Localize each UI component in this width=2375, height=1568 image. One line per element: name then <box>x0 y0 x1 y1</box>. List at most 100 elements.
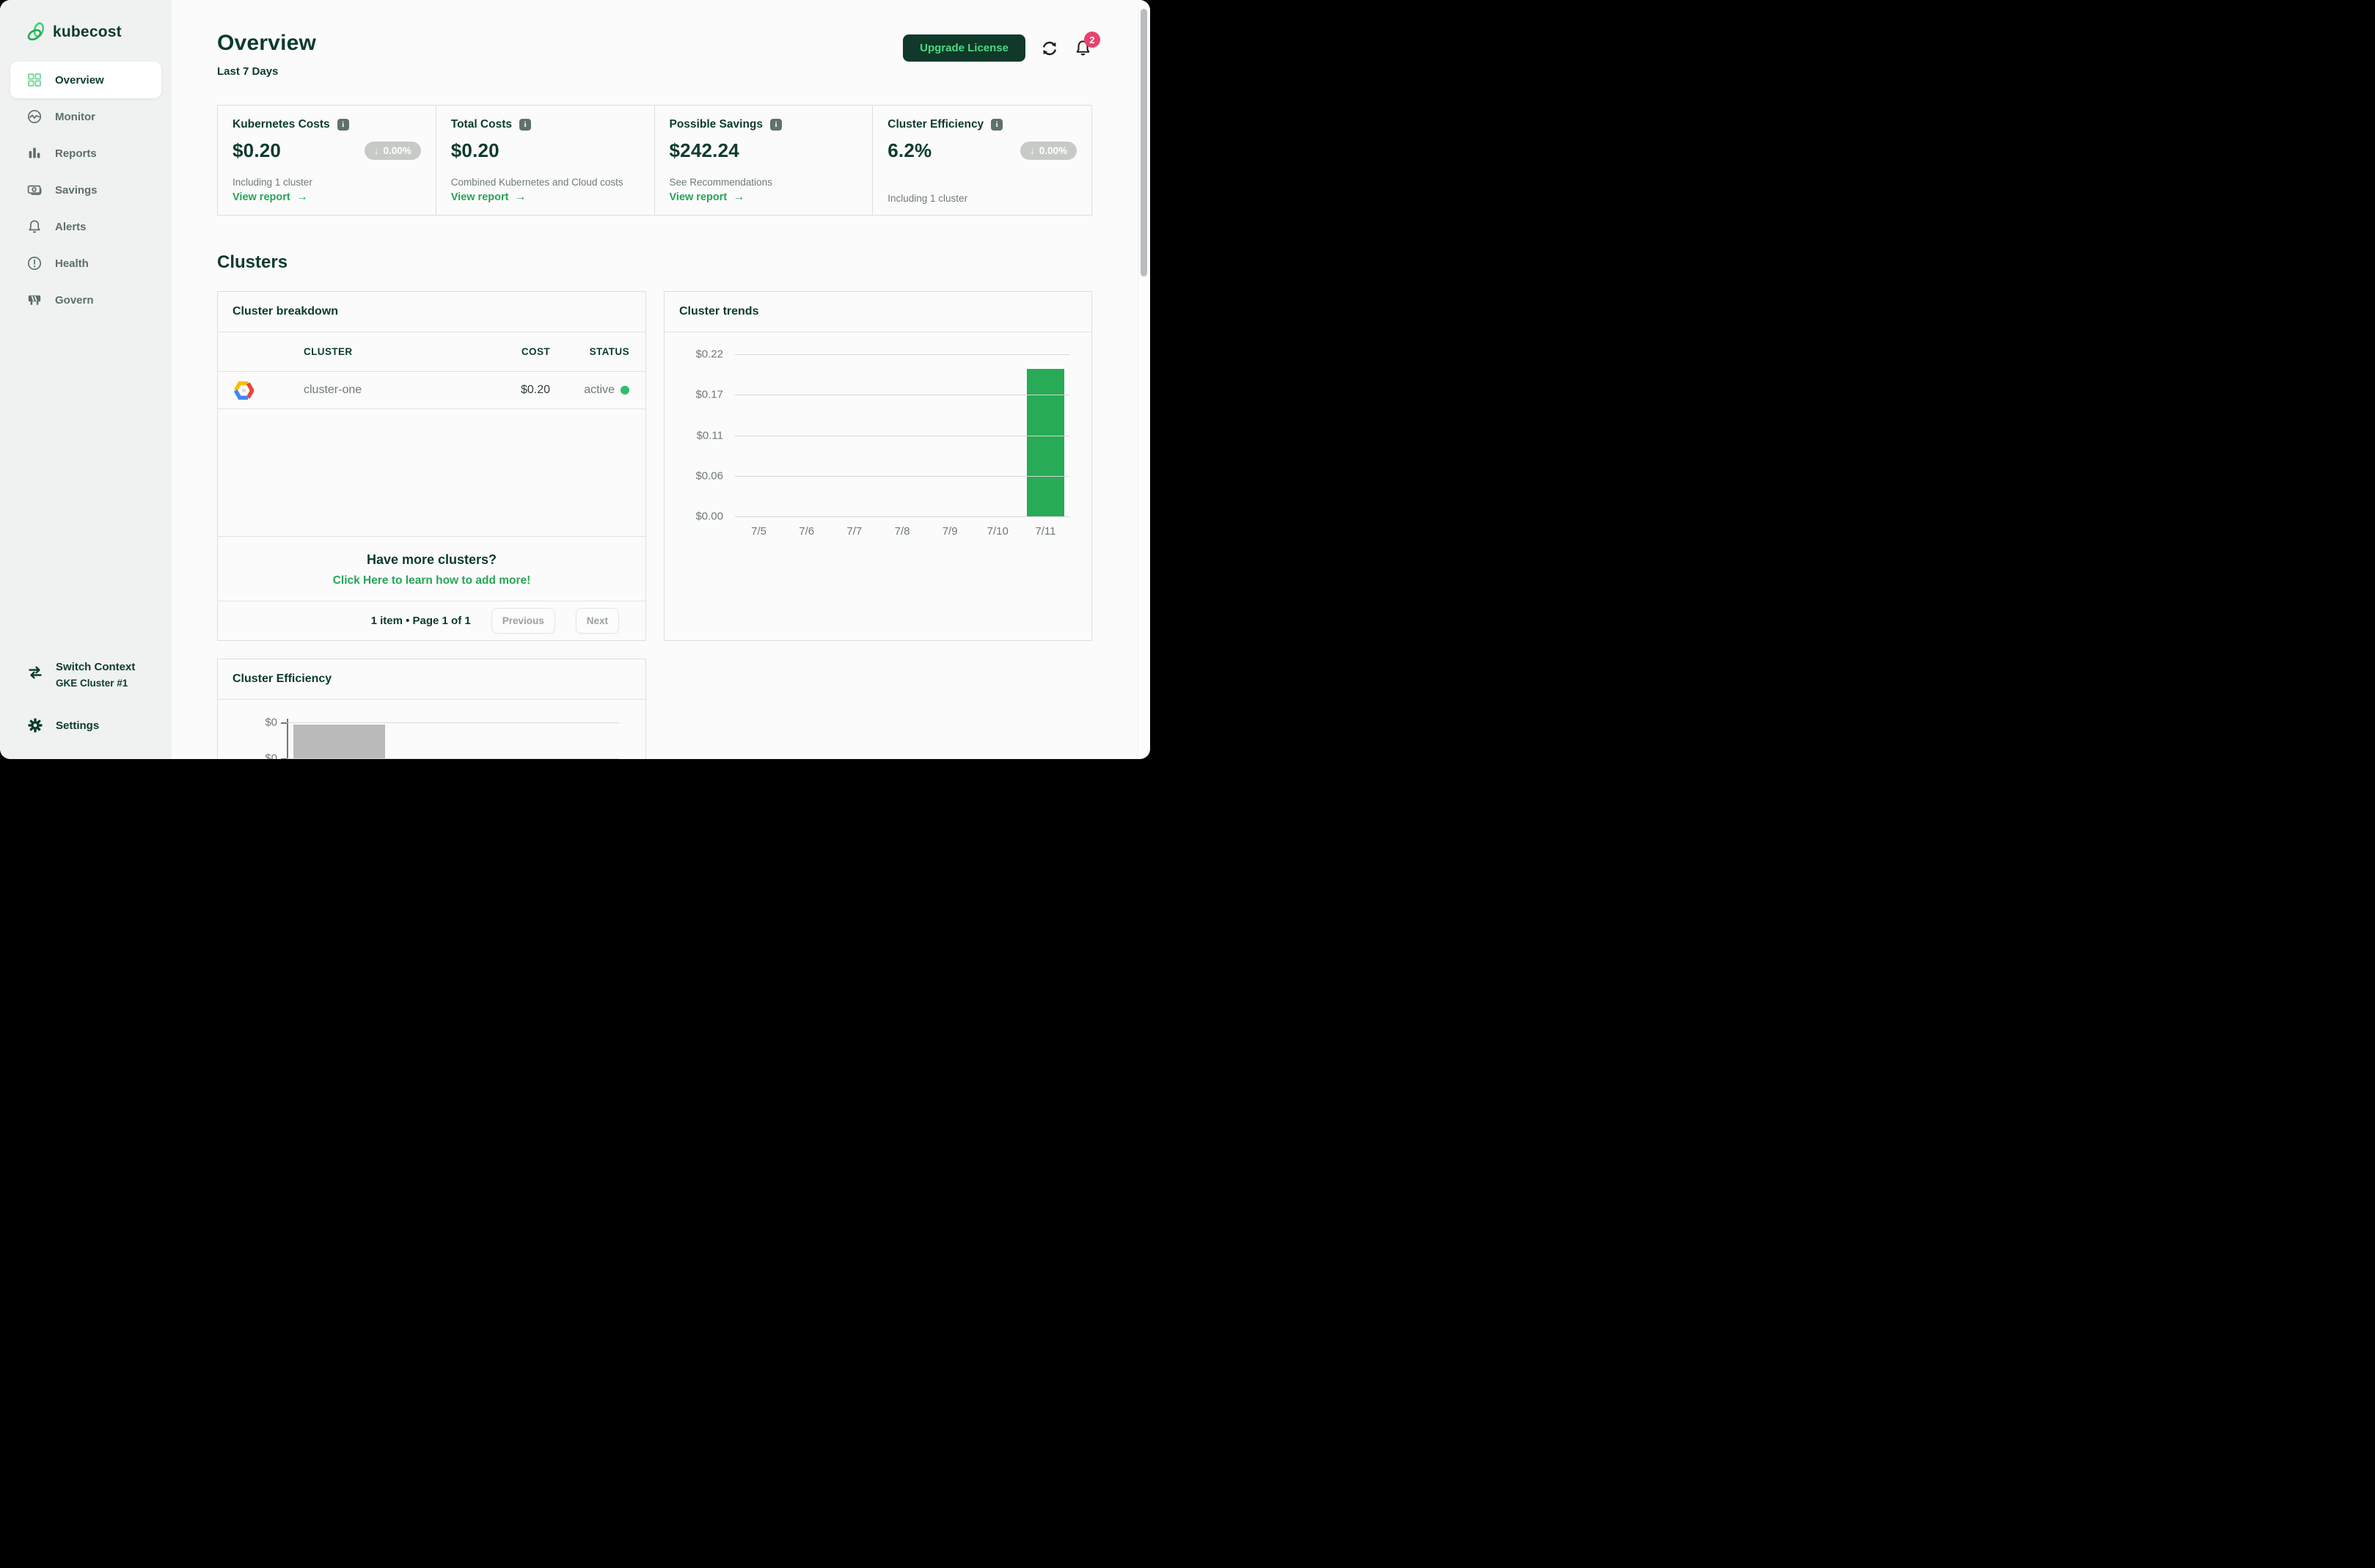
settings-button[interactable]: Settings <box>26 717 158 734</box>
sidebar-item-label: Govern <box>55 293 94 307</box>
more-clusters-prompt: Have more clusters? Click Here to learn … <box>218 536 645 601</box>
refresh-button[interactable] <box>1040 39 1059 58</box>
more-clusters-title: Have more clusters? <box>366 552 497 567</box>
sidebar-item-govern[interactable]: Govern <box>10 282 161 318</box>
stat-value: 6.2% <box>888 139 932 161</box>
gke-cluster-icon <box>234 381 254 400</box>
info-icon[interactable]: i <box>519 119 531 131</box>
gridline <box>287 722 619 723</box>
refresh-icon <box>1040 39 1059 58</box>
y-tick-label: $0.22 <box>695 348 723 361</box>
upgrade-license-button[interactable]: Upgrade License <box>903 34 1025 62</box>
column-cluster: CLUSTER <box>304 346 353 357</box>
x-tick-label: 7/8 <box>894 525 910 538</box>
cluster-efficiency-chart: $0 $0 <box>218 700 645 759</box>
grid-icon <box>26 72 43 88</box>
sidebar-item-monitor[interactable]: Monitor <box>10 98 161 135</box>
switch-context[interactable]: Switch Context GKE Cluster #1 <box>26 661 158 689</box>
page-title: Overview <box>217 31 317 55</box>
x-tick-label: 7/7 <box>846 525 863 538</box>
cluster-breakdown-card: Cluster breakdown CLUSTER COST STATUS cl… <box>217 291 646 641</box>
stat-cards-row: Kubernetes Costs i $0.20 ↓ 0.00% Includin… <box>217 105 1092 216</box>
cluster-trends-card: Cluster trends $0.22 $0.17 $0.11 $0.06 $0.00… <box>664 291 1092 641</box>
stat-title: Kubernetes Costs <box>233 118 330 131</box>
scrollbar-thumb[interactable] <box>1141 9 1147 276</box>
sidebar-item-health[interactable]: Health <box>10 245 161 282</box>
y-tick-label: $0 <box>265 752 277 760</box>
stat-subtitle: Including 1 cluster <box>888 193 968 204</box>
stat-subtitle: Combined Kubernetes and Cloud costs <box>450 177 623 188</box>
switch-context-title: Switch Context <box>56 661 136 673</box>
gear-icon <box>26 717 44 734</box>
sidebar-item-label: Reports <box>55 147 97 160</box>
monitor-pulse-icon <box>26 109 43 125</box>
arrow-down-icon: ↓ <box>1029 145 1035 156</box>
arrow-right-icon: → <box>296 191 308 203</box>
cluster-efficiency-title: Cluster Efficiency <box>218 659 645 700</box>
notifications-button[interactable]: 2 <box>1074 32 1100 57</box>
stat-value: $0.20 <box>233 139 282 161</box>
info-icon[interactable]: i <box>770 119 782 131</box>
arrow-right-icon: → <box>514 191 527 203</box>
cluster-cost: $0.20 <box>520 384 550 396</box>
arrow-down-icon: ↓ <box>373 145 379 156</box>
barricade-icon <box>26 292 43 308</box>
cluster-name: cluster-one <box>304 384 362 396</box>
main-content: Overview Last 7 Days Upgrade License 2 K… <box>172 0 1150 759</box>
sidebar: kubecost Overview Monitor Reports Saving… <box>0 0 172 759</box>
x-tick-label: 7/11 <box>1035 525 1056 538</box>
next-page-button[interactable]: Next <box>575 608 619 634</box>
trend-badge: ↓ 0.00% <box>364 142 421 160</box>
axis-tick <box>281 758 287 759</box>
status-active-dot <box>621 386 629 395</box>
page-header: Overview Last 7 Days Upgrade License 2 <box>217 31 1100 78</box>
cluster-trends-title: Cluster trends <box>665 292 1091 332</box>
stat-card-possible-savings: Possible Savings i $242.24 See Recommend… <box>655 106 874 215</box>
view-report-link[interactable]: View report → <box>233 191 421 204</box>
y-tick-label: $0.11 <box>696 429 723 442</box>
gridline <box>735 516 1069 517</box>
kubecost-logo-icon <box>26 22 46 42</box>
trend-badge: ↓ 0.00% <box>1020 142 1077 160</box>
stat-subtitle: Including 1 cluster <box>233 177 312 188</box>
gridline <box>287 758 619 759</box>
brand[interactable]: kubecost <box>0 18 172 42</box>
sidebar-item-alerts[interactable]: Alerts <box>10 208 161 245</box>
sidebar-item-savings[interactable]: Savings <box>10 172 161 208</box>
cluster-efficiency-card: Cluster Efficiency $0 $0 <box>217 659 646 759</box>
settings-label: Settings <box>56 719 100 732</box>
stat-title: Cluster Efficiency <box>888 118 984 131</box>
stat-subtitle: See Recommendations <box>669 177 772 188</box>
trends-plot: $0.22 $0.17 $0.11 $0.06 $0.00 <box>695 348 1069 523</box>
y-tick-label: $0.06 <box>695 469 723 483</box>
sidebar-item-reports[interactable]: Reports <box>10 135 161 172</box>
gridline <box>735 354 1069 355</box>
sidebar-item-label: Health <box>55 257 89 270</box>
y-tick-label: $0 <box>265 716 277 729</box>
bar-chart-icon <box>26 145 43 161</box>
sidebar-item-label: Alerts <box>55 220 87 233</box>
app-window: kubecost Overview Monitor Reports Saving… <box>0 0 1150 759</box>
view-report-link[interactable]: View report → <box>670 191 858 204</box>
table-row[interactable]: cluster-one $0.20 active <box>218 372 645 409</box>
sidebar-item-overview[interactable]: Overview <box>10 62 161 98</box>
trends-xlabels: 7/5 7/6 7/7 7/8 7/9 7/10 7/11 <box>735 525 1069 538</box>
info-icon[interactable]: i <box>337 119 349 131</box>
pagination-summary: 1 item • Page 1 of 1 <box>370 615 471 627</box>
stat-value: $0.20 <box>450 139 499 161</box>
info-icon[interactable]: i <box>991 119 1003 131</box>
sidebar-nav: Overview Monitor Reports Savings Alerts … <box>0 62 172 318</box>
sidebar-item-label: Overview <box>55 73 104 87</box>
cluster-breakdown-title: Cluster breakdown <box>218 292 645 332</box>
add-clusters-link[interactable]: Click Here to learn how to add more! <box>218 574 645 587</box>
view-report-link[interactable]: View report → <box>451 191 640 204</box>
scrollbar-track[interactable] <box>1138 0 1150 759</box>
sidebar-item-label: Savings <box>55 183 98 197</box>
stat-card-total-costs: Total Costs i $0.20 Combined Kubernetes … <box>436 106 655 215</box>
y-axis-line <box>287 719 288 759</box>
clusters-section-heading: Clusters <box>217 252 288 272</box>
trend-bar <box>1027 369 1064 516</box>
previous-page-button[interactable]: Previous <box>491 608 555 634</box>
header-actions: Upgrade License 2 <box>903 32 1100 62</box>
bell-icon <box>26 219 43 235</box>
